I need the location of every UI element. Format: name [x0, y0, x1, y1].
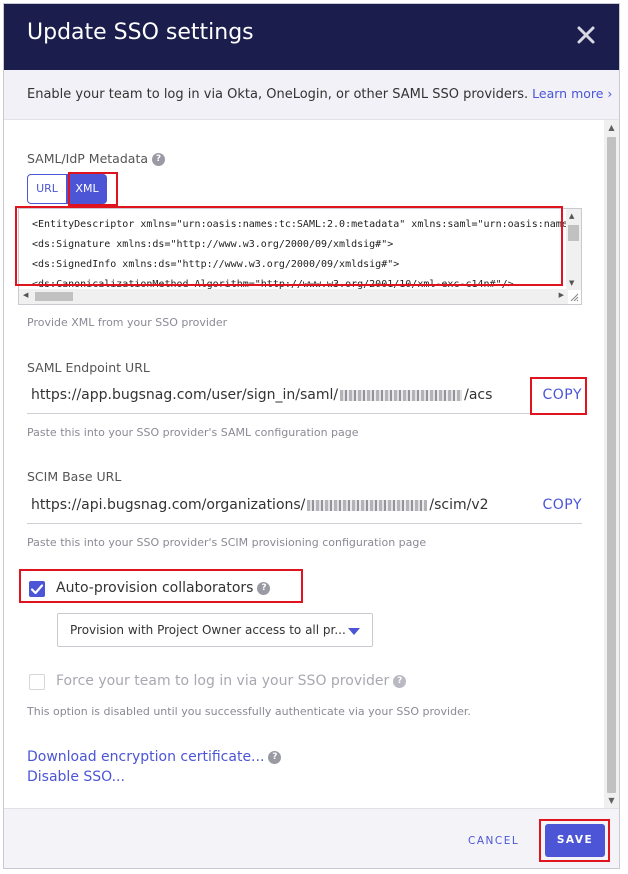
download-cert-text: Download encryption certificate... [27, 749, 265, 765]
metadata-label: SAML/IdP Metadata? [27, 151, 166, 166]
redacted-id [340, 389, 463, 401]
scrollbar-thumb[interactable] [607, 137, 616, 793]
close-icon[interactable] [575, 24, 597, 46]
dialog-header: Update SSO settings [4, 4, 619, 70]
scroll-down-icon[interactable]: ▼ [604, 793, 619, 808]
force-login-hint: This option is disabled until you succes… [27, 705, 471, 718]
dialog-footer: CANCEL SAVE [4, 808, 619, 868]
xml-metadata-textarea[interactable]: <EntityDescriptor xmlns="urn:oasis:names… [18, 208, 582, 305]
scroll-left-icon[interactable]: ◀ [23, 291, 28, 299]
intro-description: Enable your team to log in via Okta, One… [27, 87, 529, 102]
saml-endpoint-url: https://app.bugsnag.com/user/sign_in/sam… [31, 387, 492, 403]
xml-horizontal-scrollbar[interactable]: ◀ ▶ [19, 289, 568, 304]
help-icon[interactable]: ? [257, 581, 271, 595]
toggle-url-button[interactable]: URL [27, 174, 67, 204]
save-button[interactable]: SAVE [545, 824, 605, 857]
scim-url-suffix: /scim/v2 [429, 497, 489, 513]
download-cert-link[interactable]: Download encryption certificate...? [27, 749, 282, 765]
scim-field: https://api.bugsnag.com/organizations/ /s… [27, 490, 582, 524]
metadata-label-text: SAML/IdP Metadata [27, 151, 149, 166]
scroll-right-icon[interactable]: ▶ [559, 291, 564, 299]
auto-provision-checkbox[interactable] [29, 581, 45, 597]
force-login-label: Force your team to log in via your SSO p… [56, 673, 407, 689]
disable-sso-link[interactable]: Disable SSO... [27, 769, 125, 785]
toggle-xml-button[interactable]: XML [67, 174, 107, 204]
scroll-up-icon[interactable]: ▲ [604, 120, 619, 135]
help-icon[interactable]: ? [152, 153, 166, 166]
provision-access-value: Provision with Project Owner access to a… [70, 623, 346, 637]
chevron-down-icon [348, 628, 360, 635]
scroll-up-icon[interactable]: ▲ [569, 212, 574, 220]
scroll-down-icon[interactable]: ▼ [569, 279, 574, 287]
saml-url-prefix: https://app.bugsnag.com/user/sign_in/sam… [31, 387, 339, 403]
provision-access-select[interactable]: Provision with Project Owner access to a… [57, 613, 373, 647]
resize-grip-icon[interactable] [569, 292, 579, 302]
xml-vertical-scrollbar[interactable]: ▲ ▼ [566, 209, 581, 290]
force-login-checkbox[interactable] [29, 674, 45, 690]
metadata-hint: Provide XML from your SSO provider [27, 316, 228, 329]
xml-line: <EntityDescriptor xmlns="urn:oasis:names… [32, 219, 568, 230]
dialog-body: SAML/IdP Metadata? URL XML <EntityDescri… [4, 120, 605, 808]
sso-settings-dialog: Update SSO settings Enable your team to … [3, 3, 620, 869]
help-icon[interactable]: ? [268, 750, 282, 764]
xml-line: <ds:SignedInfo xmlns:ds="http://www.w3.o… [32, 259, 400, 270]
auto-provision-text: Auto-provision collaborators [56, 580, 254, 596]
force-login-text: Force your team to log in via your SSO p… [56, 673, 390, 689]
xml-content: <EntityDescriptor xmlns="urn:oasis:names… [32, 215, 568, 295]
xml-line: <ds:Signature xmlns:ds="http://www.w3.or… [32, 239, 394, 250]
copy-scim-url-button[interactable]: COPY [543, 497, 582, 513]
help-icon[interactable]: ? [393, 674, 407, 688]
saml-url-suffix: /acs [464, 387, 493, 403]
intro-text: Enable your team to log in via Okta, One… [27, 86, 612, 102]
saml-endpoint-label: SAML Endpoint URL [27, 360, 150, 375]
scrollbar-thumb[interactable] [35, 292, 73, 301]
checkmark-icon [30, 584, 44, 595]
learn-more-link[interactable]: Learn more › [532, 86, 612, 101]
redacted-id [307, 499, 428, 511]
auto-provision-label: Auto-provision collaborators? [56, 580, 271, 596]
scim-hint: Paste this into your SSO provider's SCIM… [27, 536, 427, 549]
scrollbar-thumb[interactable] [568, 225, 579, 241]
dialog-title: Update SSO settings [27, 20, 254, 45]
scim-label: SCIM Base URL [27, 469, 122, 484]
scim-url-prefix: https://api.bugsnag.com/organizations/ [31, 497, 306, 513]
intro-banner: Enable your team to log in via Okta, One… [4, 70, 619, 120]
saml-endpoint-hint: Paste this into your SSO provider's SAML… [27, 426, 359, 439]
cancel-button[interactable]: CANCEL [468, 835, 519, 847]
scim-url: https://api.bugsnag.com/organizations/ /s… [31, 497, 489, 513]
saml-endpoint-field: https://app.bugsnag.com/user/sign_in/sam… [27, 380, 582, 414]
copy-saml-url-button[interactable]: COPY [543, 387, 582, 403]
dialog-scrollbar[interactable]: ▲ ▼ [604, 120, 619, 808]
metadata-format-toggle: URL XML [27, 174, 107, 204]
